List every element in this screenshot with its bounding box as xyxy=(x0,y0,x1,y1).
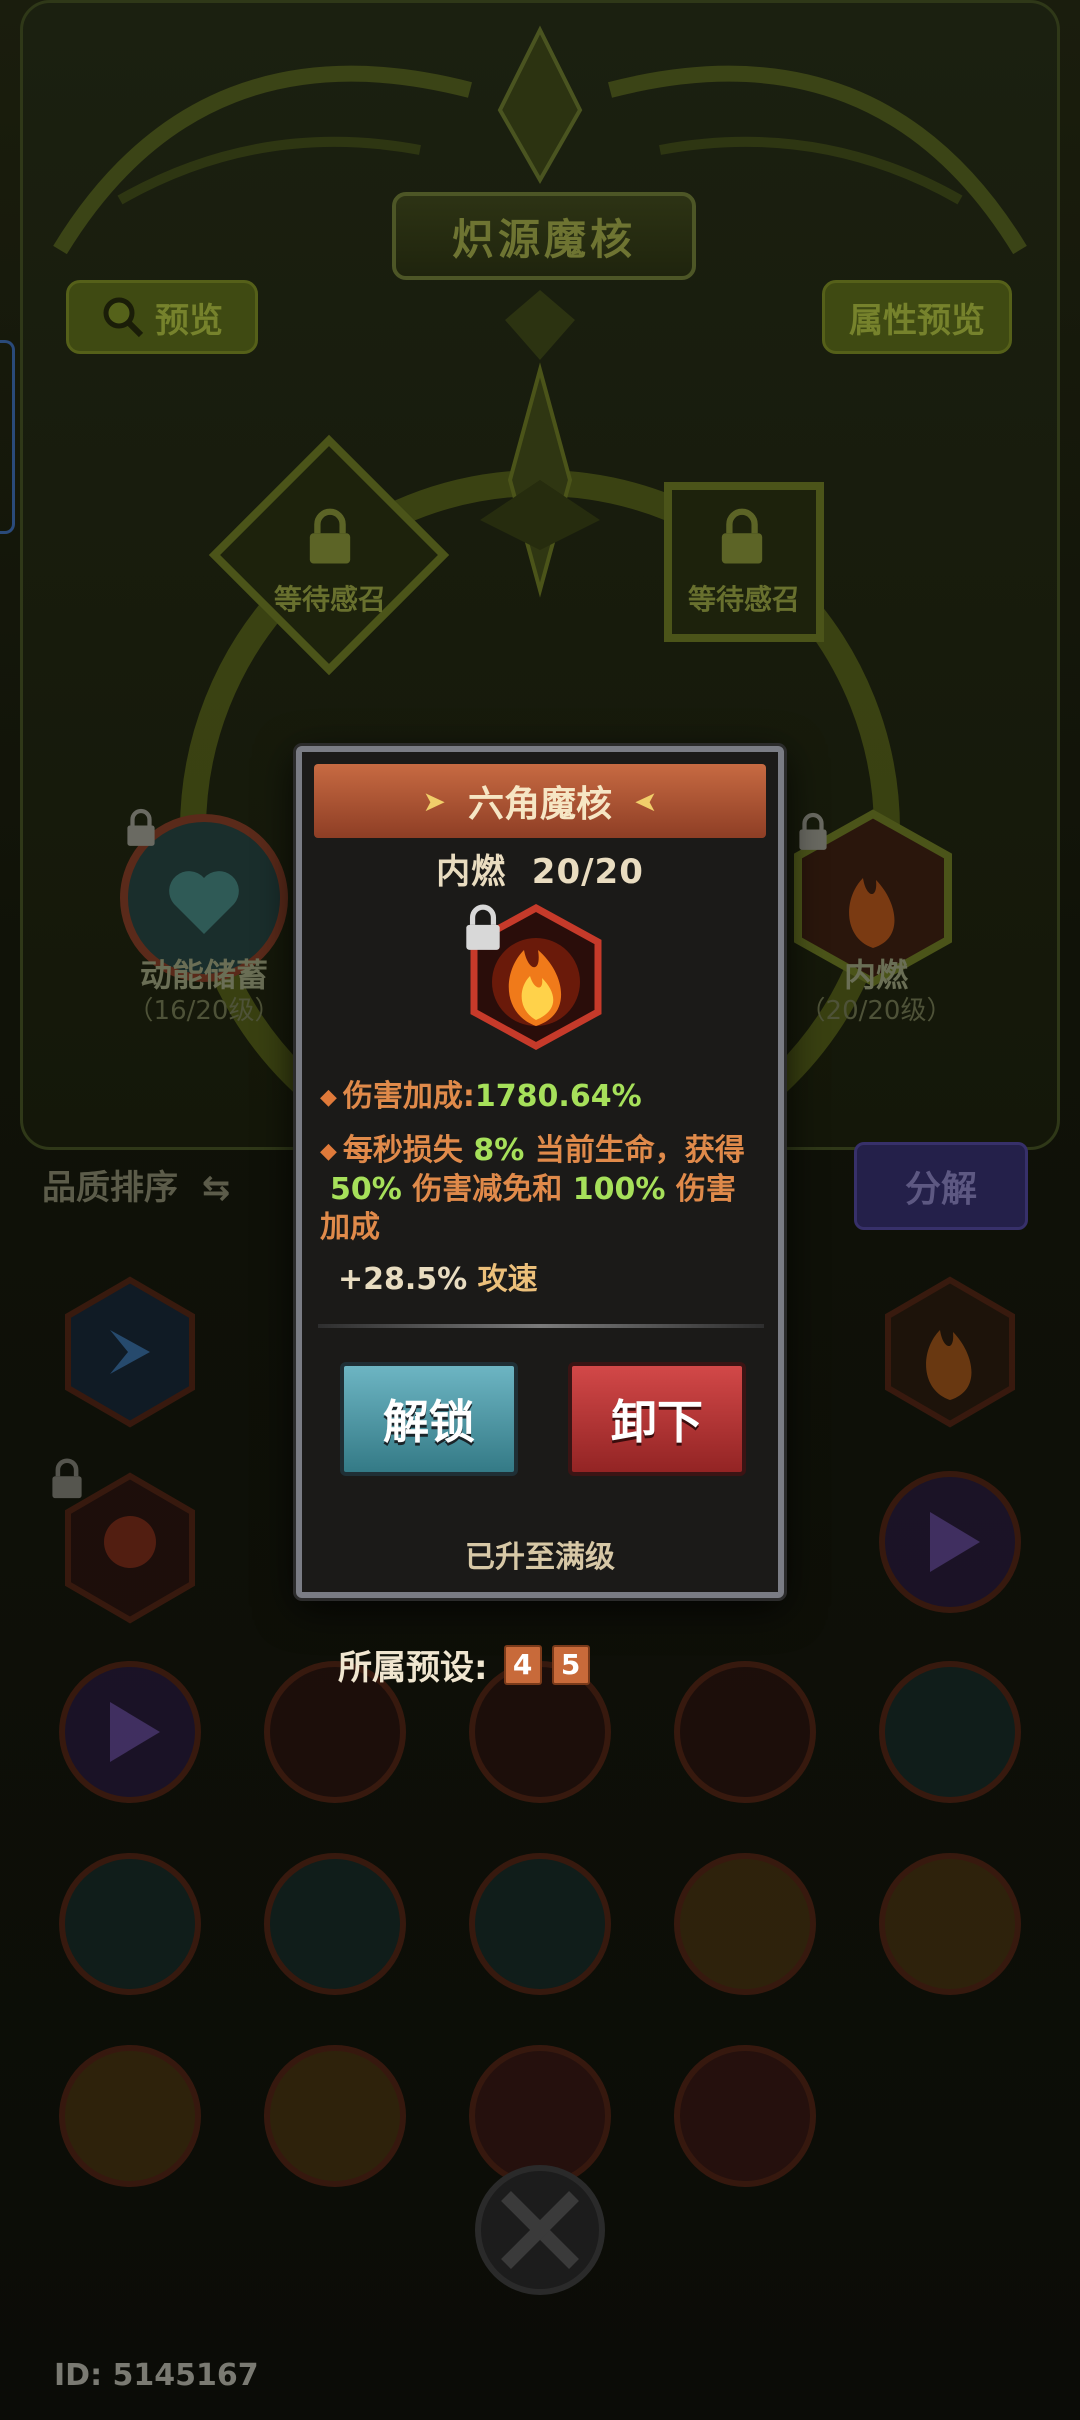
preset-row: 所属预设: 4 5 xyxy=(338,1640,590,1689)
burn-hp-loss-value: 8% xyxy=(473,1133,525,1168)
right-core-level: （20/20级） xyxy=(799,996,953,1026)
damage-bonus-gain-value: 100% xyxy=(572,1172,666,1207)
right-slot-label: 等待感召 xyxy=(687,583,800,616)
burn-text-e: 加成 xyxy=(320,1210,380,1245)
damage-bonus-stat: ◆ 伤害加成:1780.64% xyxy=(320,1078,642,1117)
preview-button[interactable]: 预览 xyxy=(66,280,258,354)
preset-label: 所属预设: xyxy=(338,1648,488,1688)
attack-speed-value: +28.5% xyxy=(338,1262,468,1297)
unlock-button[interactable]: 解锁 xyxy=(340,1362,518,1476)
lock-icon xyxy=(127,808,155,846)
max-level-text: 已升至满级 xyxy=(465,1540,615,1575)
quality-sort-toggle[interactable]: 品质排序 ⇆ xyxy=(42,1160,230,1209)
left-slot-label: 等待感召 xyxy=(273,583,386,616)
core-name-level: 内燃 20/20 xyxy=(436,852,644,892)
burn-text-c: 伤害减免和 xyxy=(401,1172,573,1207)
center-emblem xyxy=(480,362,600,598)
modal-banner: ➤ 六角魔核 ➤ xyxy=(314,764,766,838)
lock-icon[interactable] xyxy=(462,904,504,952)
modal-title: 六角魔核 xyxy=(467,784,612,825)
preset-chip-4[interactable]: 4 xyxy=(503,1644,542,1685)
page-title: 炽源魔核 xyxy=(392,192,696,280)
close-x-emblem[interactable] xyxy=(470,2160,610,2300)
player-id: ID: 5145167 xyxy=(54,2358,259,2393)
attribute-preview-label: 属性预览 xyxy=(849,300,985,341)
damage-reduction-value: 50% xyxy=(330,1172,402,1207)
preset-chip-5[interactable]: 5 xyxy=(551,1644,590,1685)
lock-icon xyxy=(52,1458,82,1499)
decompose-button[interactable]: 分解 xyxy=(854,1142,1028,1230)
search-icon xyxy=(103,297,144,338)
left-core-level: （16/20级） xyxy=(127,996,281,1026)
diamond-bullet-icon: ◆ xyxy=(320,1139,337,1164)
quality-sort-label: 品质排序 xyxy=(42,1168,178,1208)
attack-speed-label: 攻速 xyxy=(467,1262,538,1297)
burn-text-d: 伤害 xyxy=(665,1172,736,1207)
attack-speed-stat: +28.5% 攻速 xyxy=(338,1254,538,1298)
swap-icon: ⇆ xyxy=(201,1168,231,1208)
burn-effect-stat: ◆ 每秒损失 8% 当前生命，获得 50% 伤害减免和 100% 伤害 加成 xyxy=(320,1132,770,1247)
lock-icon xyxy=(721,508,763,564)
core-detail-modal: ➤ 六角魔核 ➤ 内燃 20/20 ◆ 伤害加成:1780.64% ◆ 每秒损失 8… xyxy=(296,746,784,1598)
lock-icon xyxy=(309,508,351,564)
burn-text-b: 当前生命，获得 xyxy=(524,1133,745,1168)
damage-bonus-value: 1780.64% xyxy=(474,1079,642,1114)
lock-icon xyxy=(799,812,827,850)
burn-text-a: 每秒损失 xyxy=(342,1133,474,1168)
damage-bonus-label: 伤害加成: xyxy=(342,1079,475,1114)
chevron-left-icon: ➤ xyxy=(634,784,658,818)
chevron-right-icon: ➤ xyxy=(422,784,446,818)
unequip-button[interactable]: 卸下 xyxy=(568,1362,746,1476)
side-tab[interactable] xyxy=(0,340,15,534)
divider xyxy=(318,1324,764,1328)
preview-label: 预览 xyxy=(155,300,223,341)
diamond-bullet-icon: ◆ xyxy=(320,1085,337,1110)
attribute-preview-button[interactable]: 属性预览 xyxy=(822,280,1012,354)
